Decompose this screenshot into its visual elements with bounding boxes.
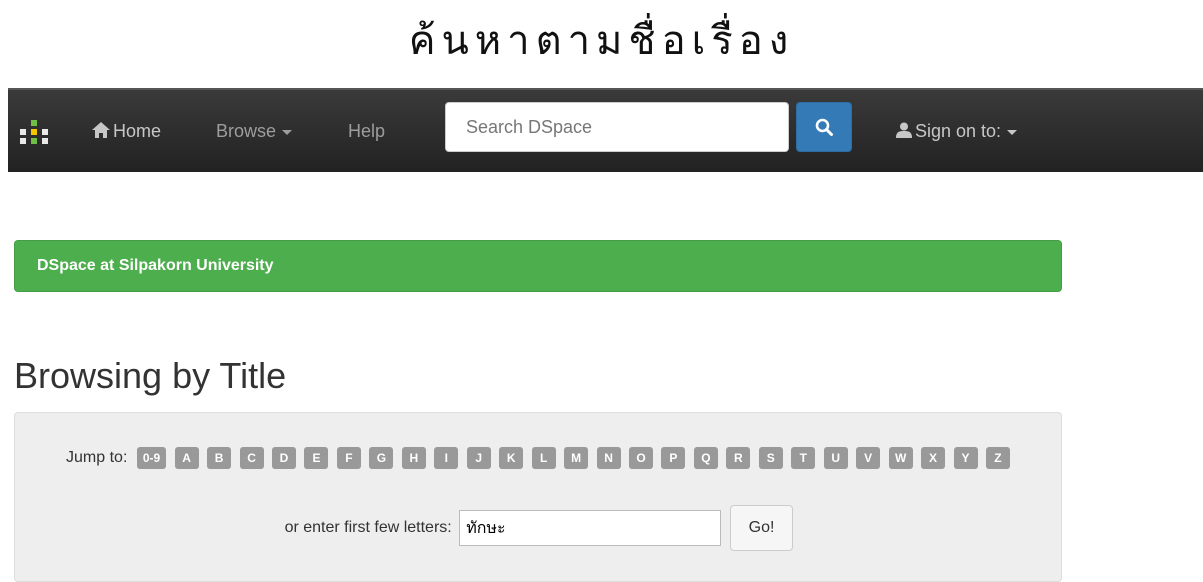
jump-letter-v[interactable]: V [856, 447, 881, 469]
nav-home-link[interactable]: Home [92, 116, 161, 146]
jump-letter-0-9[interactable]: 0-9 [136, 447, 167, 469]
nav-browse-dropdown[interactable]: Browse [216, 116, 293, 146]
first-letters-input[interactable] [459, 510, 722, 546]
jump-letter-f[interactable]: F [336, 447, 361, 469]
jump-panel: Jump to: 0-9 A B C D E F G H I J K L M N… [14, 412, 1062, 582]
jump-letter-m[interactable]: M [564, 447, 589, 469]
nav-help-label: Help [348, 121, 386, 141]
navbar: Home Browse Help Sign on to: [8, 88, 1203, 172]
jump-letter-h[interactable]: H [401, 447, 426, 469]
home-icon [92, 122, 110, 138]
jump-letter-t[interactable]: T [791, 447, 816, 469]
jump-letter-p[interactable]: P [661, 447, 686, 469]
jump-letter-k[interactable]: K [499, 447, 524, 469]
jump-letter-o[interactable]: O [628, 447, 653, 469]
jump-label: Jump to: [66, 449, 128, 466]
jump-letter-a[interactable]: A [174, 447, 199, 469]
chevron-down-icon [1007, 129, 1018, 135]
jump-letter-z[interactable]: Z [985, 447, 1010, 469]
jump-letter-y[interactable]: Y [953, 447, 978, 469]
nav-home-label: Home [113, 121, 162, 141]
search-button[interactable] [796, 102, 852, 152]
site-banner-text: DSpace at Silpakorn University [37, 257, 274, 274]
nav-help-link[interactable]: Help [348, 116, 385, 146]
jump-letter-l[interactable]: L [531, 447, 556, 469]
page-title: Browsing by Title [14, 355, 287, 396]
search-input[interactable] [445, 102, 789, 152]
site-banner[interactable]: DSpace at Silpakorn University [14, 240, 1062, 292]
user-icon [896, 122, 912, 138]
sign-on-label: Sign on to: [915, 121, 1002, 141]
jump-letter-i[interactable]: I [434, 447, 459, 469]
jump-letter-s[interactable]: S [758, 447, 783, 469]
nav-browse-label: Browse [216, 121, 277, 141]
jump-letter-n[interactable]: N [596, 447, 621, 469]
go-button[interactable]: Go! [729, 505, 794, 551]
search-icon [815, 118, 833, 136]
jump-letter-x[interactable]: X [921, 447, 946, 469]
jump-letter-e[interactable]: E [304, 447, 329, 469]
jump-letter-j[interactable]: J [466, 447, 491, 469]
jump-letter-c[interactable]: C [239, 447, 264, 469]
jump-letters-row: Jump to: 0-9 A B C D E F G H I J K L M N… [65, 446, 1013, 470]
jump-letter-w[interactable]: W [888, 447, 913, 469]
chevron-down-icon [282, 129, 293, 135]
page-heading: ค้นหาตามชื่อเรื่อง [408, 18, 795, 64]
jump-letter-d[interactable]: D [272, 447, 296, 469]
jump-letter-b[interactable]: B [207, 447, 232, 469]
jump-letter-u[interactable]: U [823, 447, 848, 469]
sign-on-dropdown[interactable]: Sign on to: [896, 116, 1018, 146]
jump-letter-q[interactable]: Q [693, 447, 718, 469]
jump-letter-g[interactable]: G [369, 447, 394, 469]
first-letters-label: or enter first few letters: [284, 519, 452, 536]
first-letters-row: or enter first few letters: Go! [15, 505, 1063, 551]
dspace-logo-icon[interactable] [20, 120, 48, 144]
jump-letter-r[interactable]: R [726, 447, 751, 469]
